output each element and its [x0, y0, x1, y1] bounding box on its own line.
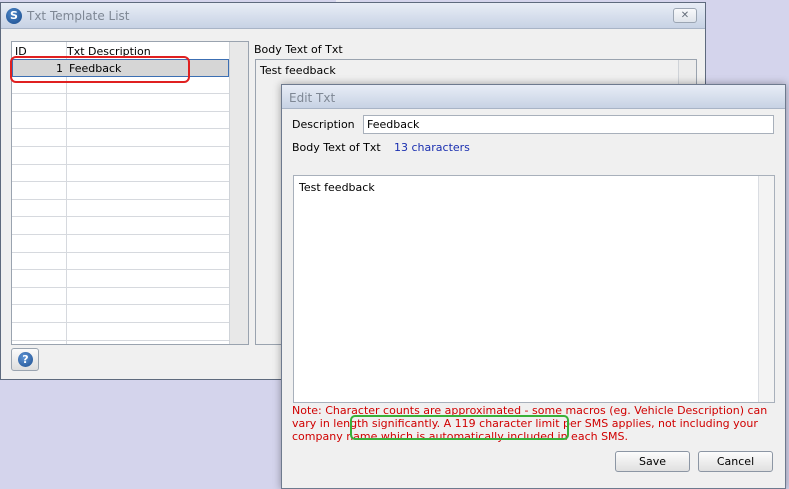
grid-scrollbar[interactable] [229, 42, 248, 344]
sms-limit-highlight [350, 415, 569, 440]
edit-txt-dialog: Edit Txt Description Feedback Body Text … [281, 84, 786, 489]
table-row[interactable] [12, 165, 229, 183]
table-row[interactable] [12, 200, 229, 218]
body-text-label: Body Text of Txt [292, 141, 381, 154]
table-row[interactable] [12, 270, 229, 288]
dialog-title: Edit Txt [289, 91, 336, 105]
table-row[interactable] [12, 182, 229, 200]
close-button[interactable]: ✕ [673, 8, 697, 23]
title-bar[interactable]: S Txt Template List ✕ [1, 3, 705, 29]
body-text-value: Test feedback [299, 181, 375, 194]
help-icon: ? [18, 352, 33, 367]
window-title: Txt Template List [27, 9, 130, 23]
table-row[interactable] [12, 217, 229, 235]
description-input[interactable]: Feedback [363, 115, 774, 134]
dialog-title-bar[interactable]: Edit Txt [282, 85, 785, 109]
table-row[interactable] [12, 323, 229, 341]
character-count: 13 characters [394, 141, 470, 154]
save-button[interactable]: Save [615, 451, 690, 472]
table-row[interactable] [12, 235, 229, 253]
body-text-label: Body Text of Txt [254, 43, 343, 56]
table-row[interactable] [12, 253, 229, 271]
table-row[interactable] [12, 305, 229, 323]
app-logo-icon: S [6, 8, 22, 24]
help-button[interactable]: ? [11, 348, 39, 371]
table-row[interactable] [12, 288, 229, 306]
cancel-button[interactable]: Cancel [698, 451, 773, 472]
table-row[interactable] [12, 147, 229, 165]
selected-row-highlight [10, 56, 190, 83]
template-grid[interactable]: ID Txt Description 1 Feedback [11, 41, 249, 345]
body-text-input[interactable]: Test feedback [293, 175, 775, 403]
table-row[interactable] [12, 129, 229, 147]
body-text-scrollbar[interactable] [758, 176, 774, 402]
close-icon: ✕ [680, 10, 690, 21]
table-row[interactable] [12, 112, 229, 130]
table-row[interactable] [12, 94, 229, 112]
grid-rows: 1 Feedback [12, 59, 229, 341]
description-label: Description [292, 118, 355, 131]
body-text-value: Test feedback [260, 64, 336, 77]
